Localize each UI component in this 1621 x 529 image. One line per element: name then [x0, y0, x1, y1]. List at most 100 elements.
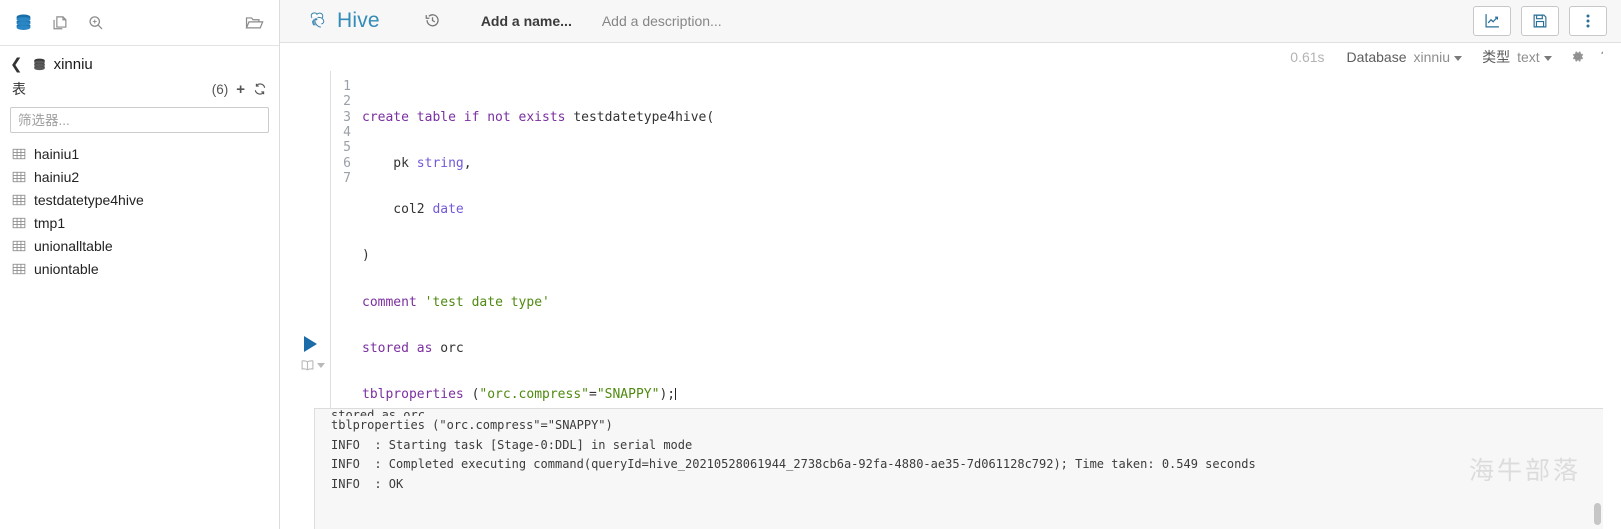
database-selector[interactable]: xinniu — [1413, 48, 1463, 65]
log-line: INFO : OK — [331, 476, 404, 491]
code-token: = — [588, 386, 597, 402]
hive-brand: Hive — [306, 9, 380, 33]
hive-bee-icon — [306, 10, 330, 32]
log-line: stored as orc — [331, 409, 425, 417]
code-token: orc — [440, 340, 464, 356]
database-selected-value: xinniu — [1413, 48, 1451, 65]
table-icon — [12, 170, 26, 184]
code-content[interactable]: create table if not exists testdatetype4… — [351, 79, 714, 408]
sidebar-item-testdatetype4hive[interactable]: testdatetype4hive — [0, 188, 279, 211]
code-token: create table if not exists — [362, 109, 574, 125]
table-icon — [12, 262, 26, 276]
editor-topbar: Hive Add a name... Add a description... — [280, 0, 1621, 43]
right-rail — [1603, 46, 1621, 529]
table-icon — [12, 216, 26, 230]
gear-icon[interactable] — [1570, 49, 1585, 64]
table-filter-wrapper — [0, 103, 279, 139]
editor-gutter — [296, 71, 330, 408]
line-number: 5 — [343, 140, 351, 156]
database-small-icon — [32, 57, 47, 72]
code-line: pk string, — [362, 156, 714, 171]
line-number: 7 — [343, 171, 351, 187]
code-token: ) — [362, 248, 370, 264]
database-label: Database — [1346, 48, 1407, 65]
line-number: 1 — [343, 78, 351, 94]
sql-code-editor[interactable]: 1 2 3 4 5 6 7 create table if not exists… — [330, 70, 1621, 409]
document-description-input[interactable]: Add a description... — [602, 13, 722, 29]
save-button[interactable] — [1521, 5, 1559, 36]
sidebar-item-unionalltable[interactable]: unionalltable — [0, 234, 279, 257]
tables-header: 表 (6) + — [0, 77, 279, 103]
sidebar-toolbar — [0, 0, 279, 46]
code-token: "orc.compress" — [479, 386, 589, 402]
add-table-icon[interactable]: + — [236, 82, 245, 97]
watermark: 海牛部落 — [1468, 456, 1581, 486]
code-token: ); — [659, 386, 676, 402]
code-token: , — [463, 155, 472, 171]
document-name-input[interactable]: Add a name... — [481, 13, 572, 29]
log-line: INFO : Completed executing command(query… — [331, 457, 1256, 472]
code-token: string — [416, 155, 464, 171]
history-icon[interactable] — [424, 12, 441, 29]
type-label: 类型 — [1482, 48, 1511, 65]
results-scrollbar[interactable] — [1594, 503, 1601, 526]
copy-icon[interactable] — [51, 14, 69, 32]
code-line: col2 date — [362, 202, 714, 217]
assist-button[interactable] — [300, 359, 325, 372]
chart-button[interactable] — [1473, 5, 1511, 36]
sidebar-item-hainiu1[interactable]: hainiu1 — [0, 142, 279, 165]
app-title: Hive — [337, 8, 380, 32]
table-name: hainiu2 — [34, 168, 80, 185]
database-icon[interactable] — [14, 13, 33, 32]
sidebar-item-tmp1[interactable]: tmp1 — [0, 211, 279, 234]
left-sidebar: ❮ xinniu 表 (6) + 筛选器... hainiu1 hainiu2 … — [0, 0, 280, 529]
search-icon[interactable] — [87, 14, 105, 32]
refresh-icon[interactable] — [253, 82, 267, 96]
table-icon — [12, 147, 26, 161]
code-token: testdatetype4hive( — [573, 109, 715, 125]
table-name: testdatetype4hive — [34, 191, 144, 208]
code-line: stored as orc — [362, 341, 714, 356]
chevron-down-icon — [317, 362, 325, 368]
code-line: create table if not exists testdatetype4… — [362, 110, 714, 125]
line-number-gutter: 1 2 3 4 5 6 7 — [331, 79, 351, 408]
database-name[interactable]: xinniu — [54, 56, 93, 73]
code-token: col2 — [362, 202, 433, 218]
log-line: INFO : Starting task [Stage-0:DDL] in se… — [331, 437, 693, 452]
table-icon — [12, 193, 26, 207]
line-number: 2 — [343, 94, 351, 110]
folder-icon[interactable] — [244, 13, 265, 32]
code-token: 'test date type' — [424, 294, 550, 310]
back-icon[interactable]: ❮ — [8, 57, 25, 72]
line-number: 3 — [343, 109, 351, 125]
table-name: tmp1 — [34, 214, 66, 231]
code-token: comment — [362, 294, 425, 310]
code-token: pk — [362, 155, 417, 171]
type-selector[interactable]: text — [1517, 49, 1552, 65]
table-name: hainiu1 — [34, 145, 80, 162]
save-icon — [1532, 13, 1548, 29]
code-token: tblproperties — [362, 386, 472, 402]
more-button[interactable] — [1569, 5, 1607, 36]
sidebar-item-uniontable[interactable]: uniontable — [0, 257, 279, 280]
chevron-down-icon — [1454, 55, 1463, 61]
code-line: ) — [362, 248, 714, 263]
code-token: date — [432, 202, 464, 218]
table-list: hainiu1 hainiu2 testdatetype4hive tmp1 u… — [0, 139, 279, 280]
book-icon — [300, 359, 315, 372]
sidebar-item-hainiu2[interactable]: hainiu2 — [0, 165, 279, 188]
results-log-panel[interactable]: stored as orc tblproperties ("orc.compre… — [314, 409, 1603, 529]
query-statusbar: 0.61s Database xinniu 类型 text ? — [280, 42, 1621, 71]
editor-area: 1 2 3 4 5 6 7 create table if not exists… — [280, 70, 1621, 409]
run-query-button[interactable] — [304, 335, 317, 352]
code-line: comment 'test date type' — [362, 295, 714, 310]
database-breadcrumb: ❮ xinniu — [0, 46, 279, 77]
code-line: tblproperties ("orc.compress"="SNAPPY"); — [362, 387, 714, 402]
table-name: unionalltable — [34, 237, 113, 254]
chevron-down-icon — [1543, 55, 1552, 61]
text-cursor — [675, 387, 677, 400]
hue-query-editor-app: ❮ xinniu 表 (6) + 筛选器... hainiu1 hainiu2 … — [0, 0, 1621, 529]
chart-icon — [1484, 12, 1501, 29]
table-filter-input[interactable] — [10, 107, 269, 133]
log-line: tblproperties ("orc.compress"="SNAPPY") — [331, 418, 613, 433]
